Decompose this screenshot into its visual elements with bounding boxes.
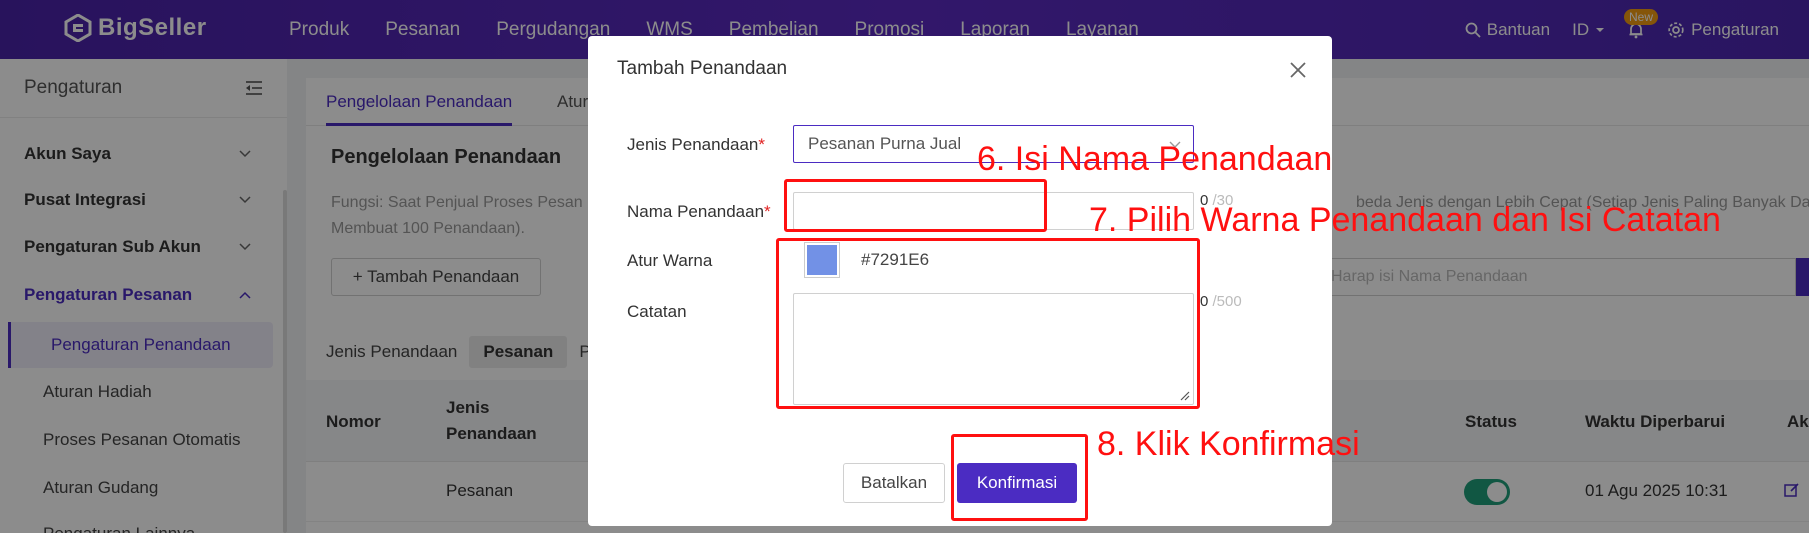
note-max: /500	[1212, 293, 1242, 310]
annotation-step6: 6. Isi Nama Penandaan	[977, 140, 1333, 178]
dialog-title: Tambah Penandaan	[617, 58, 788, 79]
note-char-counter: 0 /500	[1200, 293, 1242, 310]
annotation-step7: 7. Pilih Warna Penandaan dan Isi Catatan	[1089, 201, 1721, 239]
name-label-text: Nama Penandaan	[627, 202, 765, 221]
close-icon[interactable]	[1286, 58, 1310, 82]
annotation-box-color-note	[776, 238, 1200, 409]
required-asterisk: *	[764, 202, 771, 221]
required-asterisk: *	[758, 135, 766, 154]
note-count: 0	[1200, 293, 1209, 310]
annotation-box-confirm	[951, 434, 1088, 521]
note-field-label: Catatan	[627, 302, 687, 321]
annotation-step8: 8. Klik Konfirmasi	[1097, 425, 1360, 463]
type-label-text: Jenis Penandaan	[627, 135, 759, 154]
name-field-label: Nama Penandaan*	[627, 202, 771, 222]
color-field-label: Atur Warna	[627, 251, 713, 270]
annotation-box-name	[784, 179, 1047, 232]
tag-type-value: Pesanan Purna Jual	[808, 134, 962, 153]
type-field-label: Jenis Penandaan*	[627, 135, 765, 155]
cancel-button[interactable]: Batalkan	[843, 463, 945, 503]
